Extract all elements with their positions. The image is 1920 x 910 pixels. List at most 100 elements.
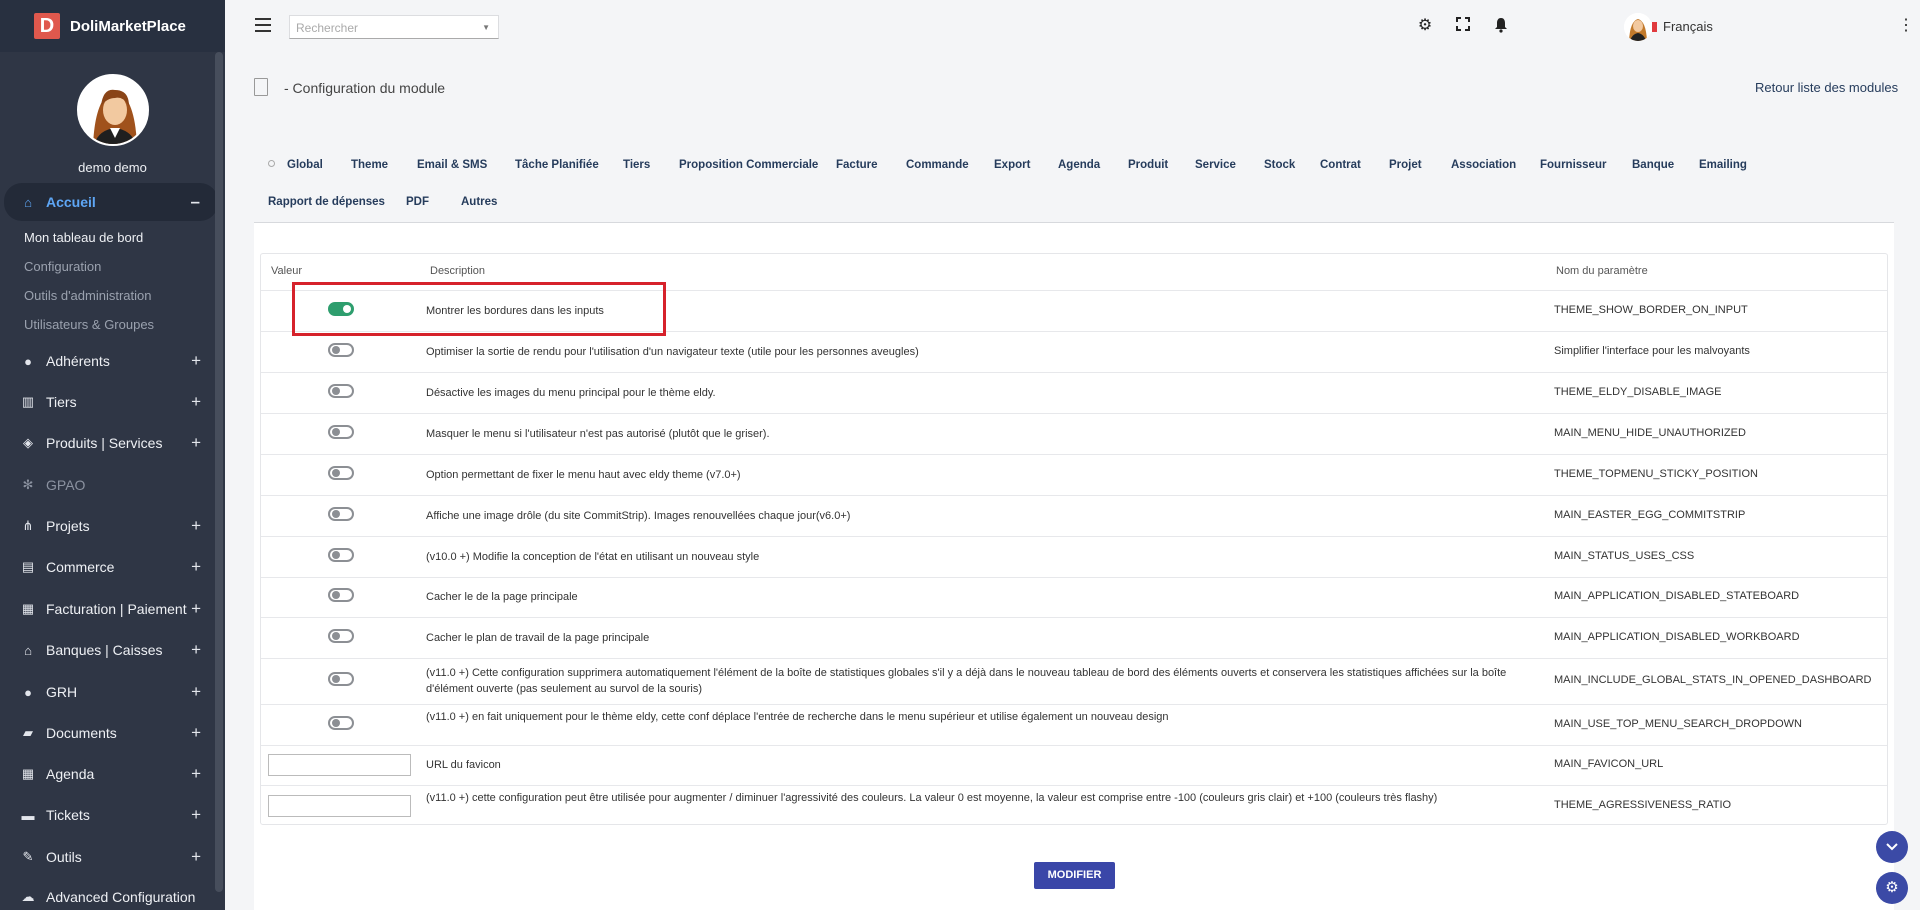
tab-proposition-commerciale[interactable]: Proposition Commerciale <box>679 159 818 171</box>
sidebar-item-tiers[interactable]: ▥ Tiers + <box>0 385 219 419</box>
expand-icon[interactable]: + <box>191 557 201 577</box>
tab-emailing[interactable]: Emailing <box>1699 159 1747 171</box>
toggle-off-switch[interactable] <box>328 588 354 602</box>
toggle-off-switch[interactable] <box>328 547 354 562</box>
back-to-modules-link[interactable]: Retour liste des modules <box>1755 80 1898 95</box>
expand-icon[interactable]: + <box>191 723 201 743</box>
scroll-down-button[interactable] <box>1876 831 1908 863</box>
setting-param-name: THEME_AGRESSIVENESS_RATIO <box>1554 798 1732 811</box>
folder-icon: ▰ <box>23 725 33 740</box>
sidebar-item-projets[interactable]: ⋔ Projets + <box>0 509 219 543</box>
sidebar-item-facturation-paiement[interactable]: ▦ Facturation | Paiement + <box>0 592 219 626</box>
settings-fab-button[interactable]: ⚙ <box>1876 872 1908 904</box>
language-label: Français <box>1663 19 1713 34</box>
tab-pdf[interactable]: PDF <box>406 196 429 208</box>
setting-value-input[interactable] <box>268 794 411 817</box>
sidebar-item-documents[interactable]: ▰ Documents + <box>0 716 219 750</box>
tab-tiers[interactable]: Tiers <box>623 159 650 171</box>
tab-service[interactable]: Service <box>1195 159 1236 171</box>
toggle-off-switch[interactable] <box>328 424 354 439</box>
tab-theme[interactable]: Theme <box>351 159 388 171</box>
brand[interactable]: D DoliMarketPlace <box>0 0 225 52</box>
document-icon <box>254 78 268 96</box>
tab-global[interactable]: Global <box>287 159 323 171</box>
tab-association[interactable]: Association <box>1451 159 1516 171</box>
toggle-off-switch[interactable] <box>328 672 354 686</box>
setting-param-name: MAIN_APPLICATION_DISABLED_STATEBOARD <box>1554 590 1800 602</box>
tab-fournisseur[interactable]: Fournisseur <box>1540 159 1606 171</box>
user-name[interactable]: demo demo <box>78 160 147 175</box>
toggle-off-switch[interactable] <box>328 383 354 398</box>
sidebar-item-grh[interactable]: ● GRH + <box>0 675 219 709</box>
hamburger-menu-icon[interactable] <box>255 18 271 32</box>
sidebar-item-accueil[interactable]: ⌂ Accueil – <box>4 183 218 221</box>
expand-icon[interactable]: + <box>191 433 201 453</box>
toggle-off-switch[interactable] <box>328 506 354 521</box>
sidebar-item-label: Outils <box>46 849 82 865</box>
search-input[interactable]: Rechercher ▼ <box>289 15 499 39</box>
sidebar-item-agenda[interactable]: ▦ Agenda + <box>0 757 219 791</box>
expand-icon[interactable]: + <box>191 351 201 371</box>
submenu-item-outils-d-administration[interactable]: Outils d'administration <box>24 288 151 303</box>
sidebar-item-produits-services[interactable]: ◈ Produits | Services + <box>0 426 219 460</box>
sidebar-item-label: Tiers <box>46 394 77 410</box>
tab-produit[interactable]: Produit <box>1128 159 1168 171</box>
setting-description: Affiche une image drôle (du site CommitS… <box>426 509 851 522</box>
tab-commande[interactable]: Commande <box>906 159 969 171</box>
expand-icon[interactable]: + <box>191 764 201 784</box>
setting-param-name: MAIN_USE_TOP_MENU_SEARCH_DROPDOWN <box>1554 717 1802 730</box>
tab-facture[interactable]: Facture <box>836 159 878 171</box>
gear-icon[interactable]: ⚙ <box>1416 17 1434 35</box>
toggle-off-switch[interactable] <box>328 342 354 357</box>
setting-param-name: MAIN_INCLUDE_GLOBAL_STATS_IN_OPENED_DASH… <box>1554 674 1872 686</box>
sidebar-item-commerce[interactable]: ▤ Commerce + <box>0 550 219 584</box>
toggle-off-switch[interactable] <box>328 715 354 730</box>
avatar[interactable] <box>76 74 149 146</box>
submenu-item-configuration[interactable]: Configuration <box>24 259 101 274</box>
expand-icon[interactable]: + <box>191 392 201 412</box>
submenu-item-mon-tableau-de-bord[interactable]: Mon tableau de bord <box>24 230 143 245</box>
submenu-item-utilisateurs-groupes[interactable]: Utilisateurs & Groupes <box>24 317 154 332</box>
bell-icon[interactable] <box>1492 17 1510 35</box>
tab-agenda[interactable]: Agenda <box>1058 159 1100 171</box>
ticket-icon: ▬ <box>21 807 35 823</box>
col-header-description: Description <box>430 265 486 277</box>
setting-value-input[interactable] <box>268 754 411 776</box>
setting-param-name: MAIN_FAVICON_URL <box>1554 758 1664 770</box>
tab-email-sms[interactable]: Email & SMS <box>417 159 487 171</box>
tab-contrat[interactable]: Contrat <box>1320 159 1361 171</box>
tab-rapport-de-d-penses[interactable]: Rapport de dépenses <box>268 196 385 208</box>
language-selector[interactable]: Français <box>1643 19 1713 34</box>
tab-t-che-planifi-e[interactable]: Tâche Planifiée <box>515 159 599 171</box>
tab-autres[interactable]: Autres <box>461 196 497 208</box>
tab-projet[interactable]: Projet <box>1389 159 1422 171</box>
collapse-icon[interactable]: – <box>191 192 200 212</box>
toggle-off-switch[interactable] <box>328 628 354 643</box>
sidebar-scrollbar[interactable] <box>215 52 223 892</box>
more-vertical-icon[interactable]: ⋮ <box>1897 17 1915 35</box>
sidebar-item-outils[interactable]: ✎ Outils + <box>0 840 219 874</box>
expand-icon[interactable]: + <box>191 599 201 619</box>
sidebar-item-label: Documents <box>46 725 117 741</box>
sidebar-item-adh-rents[interactable]: ● Adhérents + <box>0 344 219 378</box>
toggle-off-switch[interactable] <box>328 465 354 480</box>
expand-icon[interactable]: + <box>191 847 201 867</box>
expand-icon[interactable]: + <box>191 682 201 702</box>
topbar: Rechercher ▼ Français ⚙ ⋮ <box>225 0 1920 52</box>
invoice-icon: ▦ <box>21 601 35 616</box>
user-avatar-icon[interactable] <box>1624 13 1652 41</box>
tab-stock[interactable]: Stock <box>1264 159 1295 171</box>
tab-banque[interactable]: Banque <box>1632 159 1674 171</box>
sidebar-item-tickets[interactable]: ▬ Tickets + <box>0 798 219 832</box>
expand-icon[interactable]: + <box>191 805 201 825</box>
setting-param-name: MAIN_EASTER_EGG_COMMITSTRIP <box>1554 508 1746 521</box>
sidebar-item-banques-caisses[interactable]: ⌂ Banques | Caisses + <box>0 633 219 667</box>
expand-icon[interactable]: + <box>191 516 201 536</box>
fullscreen-icon[interactable] <box>1454 17 1472 35</box>
modify-button[interactable]: MODIFIER <box>1034 862 1115 889</box>
sidebar-item-gpao[interactable]: ✻ GPAO <box>0 468 219 502</box>
sidebar-item-label: Advanced Configuration <box>46 889 196 905</box>
tab-export[interactable]: Export <box>994 159 1030 171</box>
sidebar-item-advanced-configuration[interactable]: ☁ Advanced Configuration <box>0 880 219 910</box>
expand-icon[interactable]: + <box>191 640 201 660</box>
